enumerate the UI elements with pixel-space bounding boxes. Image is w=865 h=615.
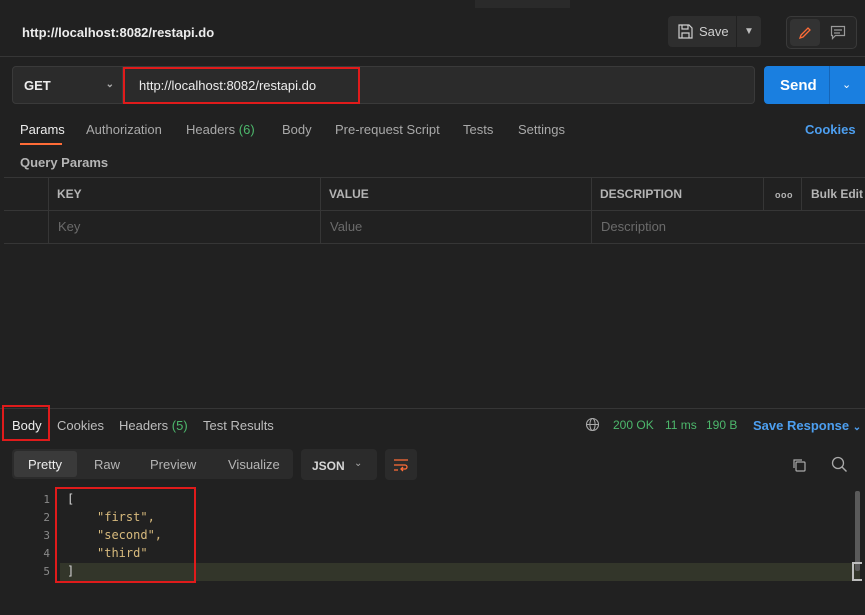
save-icon — [678, 24, 693, 39]
headers-count: (6) — [238, 122, 255, 137]
tab-authorization[interactable]: Authorization — [86, 122, 162, 137]
format-tab-raw[interactable]: Raw — [94, 457, 120, 472]
tab-body[interactable]: Body — [282, 122, 312, 137]
wrap-lines-button[interactable] — [385, 449, 417, 480]
column-header-key: KEY — [57, 187, 82, 201]
response-headers-count: (5) — [171, 418, 188, 433]
description-input[interactable]: Description — [601, 219, 666, 234]
tab-headers-label: Headers — [186, 122, 236, 137]
line-number: 4 — [43, 547, 50, 560]
column-header-description: DESCRIPTION — [600, 187, 683, 201]
response-tab-cookies[interactable]: Cookies — [57, 418, 104, 433]
chevron-down-icon: ⌄ — [354, 458, 363, 469]
header-divider — [0, 56, 865, 57]
tab-fragment — [475, 0, 570, 8]
table-header-border — [4, 210, 865, 211]
save-response-label: Save Response — [753, 418, 850, 433]
tab-headers[interactable]: Headers (6) — [186, 122, 255, 137]
method-label: GET — [24, 77, 51, 93]
cookies-link[interactable]: Cookies — [805, 122, 856, 137]
save-label: Save — [699, 24, 729, 39]
scrollbar[interactable] — [855, 491, 860, 571]
format-select-label: JSON — [312, 459, 345, 473]
tab-tests[interactable]: Tests — [463, 122, 493, 137]
line-number: 2 — [43, 511, 50, 524]
line-number: 1 — [43, 493, 50, 506]
send-button[interactable]: Send ⌄ — [764, 66, 865, 104]
more-options-icon[interactable]: ooo — [775, 190, 793, 200]
wrap-lines-icon — [394, 458, 408, 471]
col-divider — [320, 177, 321, 243]
text-cursor-marker — [852, 562, 862, 581]
chevron-down-icon: ⌄ — [105, 79, 114, 90]
format-tab-pretty[interactable]: Pretty — [28, 457, 62, 472]
edit-mode-button[interactable] — [790, 19, 820, 46]
tab-prerequest-script[interactable]: Pre-request Script — [335, 122, 440, 137]
response-tab-headers[interactable]: Headers (5) — [119, 418, 188, 433]
line-number: 5 — [43, 565, 50, 578]
bulk-edit-button[interactable]: Bulk Edit — [811, 187, 863, 201]
copy-icon[interactable] — [791, 457, 807, 473]
globe-icon[interactable] — [585, 417, 600, 432]
col-divider — [48, 177, 49, 243]
url-highlight-box — [123, 67, 360, 104]
pencil-icon — [798, 26, 811, 39]
save-options-chevron-icon[interactable]: ▼ — [737, 16, 761, 47]
comments-button[interactable] — [824, 19, 852, 46]
chevron-down-icon: ⌄ — [852, 422, 862, 433]
send-options-chevron-icon[interactable]: ⌄ — [842, 78, 851, 91]
top-tab-strip — [0, 0, 865, 8]
value-input[interactable]: Value — [330, 219, 362, 234]
send-divider — [829, 66, 830, 104]
format-tab-visualize[interactable]: Visualize — [228, 457, 280, 472]
code-highlight-box — [55, 487, 196, 583]
send-label: Send — [780, 77, 817, 94]
comment-icon — [830, 25, 846, 40]
save-button[interactable]: Save — [668, 16, 736, 47]
active-tab-indicator — [20, 143, 62, 145]
response-size[interactable]: 190 B — [706, 418, 737, 432]
method-select[interactable]: GET ⌄ — [12, 66, 123, 104]
format-tab-preview[interactable]: Preview — [150, 457, 196, 472]
query-params-label: Query Params — [20, 155, 109, 170]
line-number: 3 — [43, 529, 50, 542]
response-time[interactable]: 11 ms — [665, 418, 697, 432]
search-icon[interactable] — [831, 456, 848, 473]
response-divider — [0, 408, 865, 409]
response-tab-test-results[interactable]: Test Results — [203, 418, 274, 433]
key-input[interactable]: Key — [58, 219, 80, 234]
save-response-button[interactable]: Save Response ⌄ — [753, 418, 861, 433]
request-title: http://localhost:8082/restapi.do — [22, 25, 215, 40]
tab-params[interactable]: Params — [20, 122, 65, 137]
table-row-border — [4, 243, 865, 244]
col-divider — [801, 177, 802, 210]
column-header-value: VALUE — [329, 187, 369, 201]
body-tab-highlight-box — [2, 405, 50, 441]
col-divider — [763, 177, 764, 210]
col-divider — [591, 177, 592, 243]
response-headers-label: Headers — [119, 418, 169, 433]
tab-settings[interactable]: Settings — [518, 122, 565, 137]
table-top-border — [4, 177, 865, 178]
status-code[interactable]: 200 OK — [613, 418, 654, 432]
